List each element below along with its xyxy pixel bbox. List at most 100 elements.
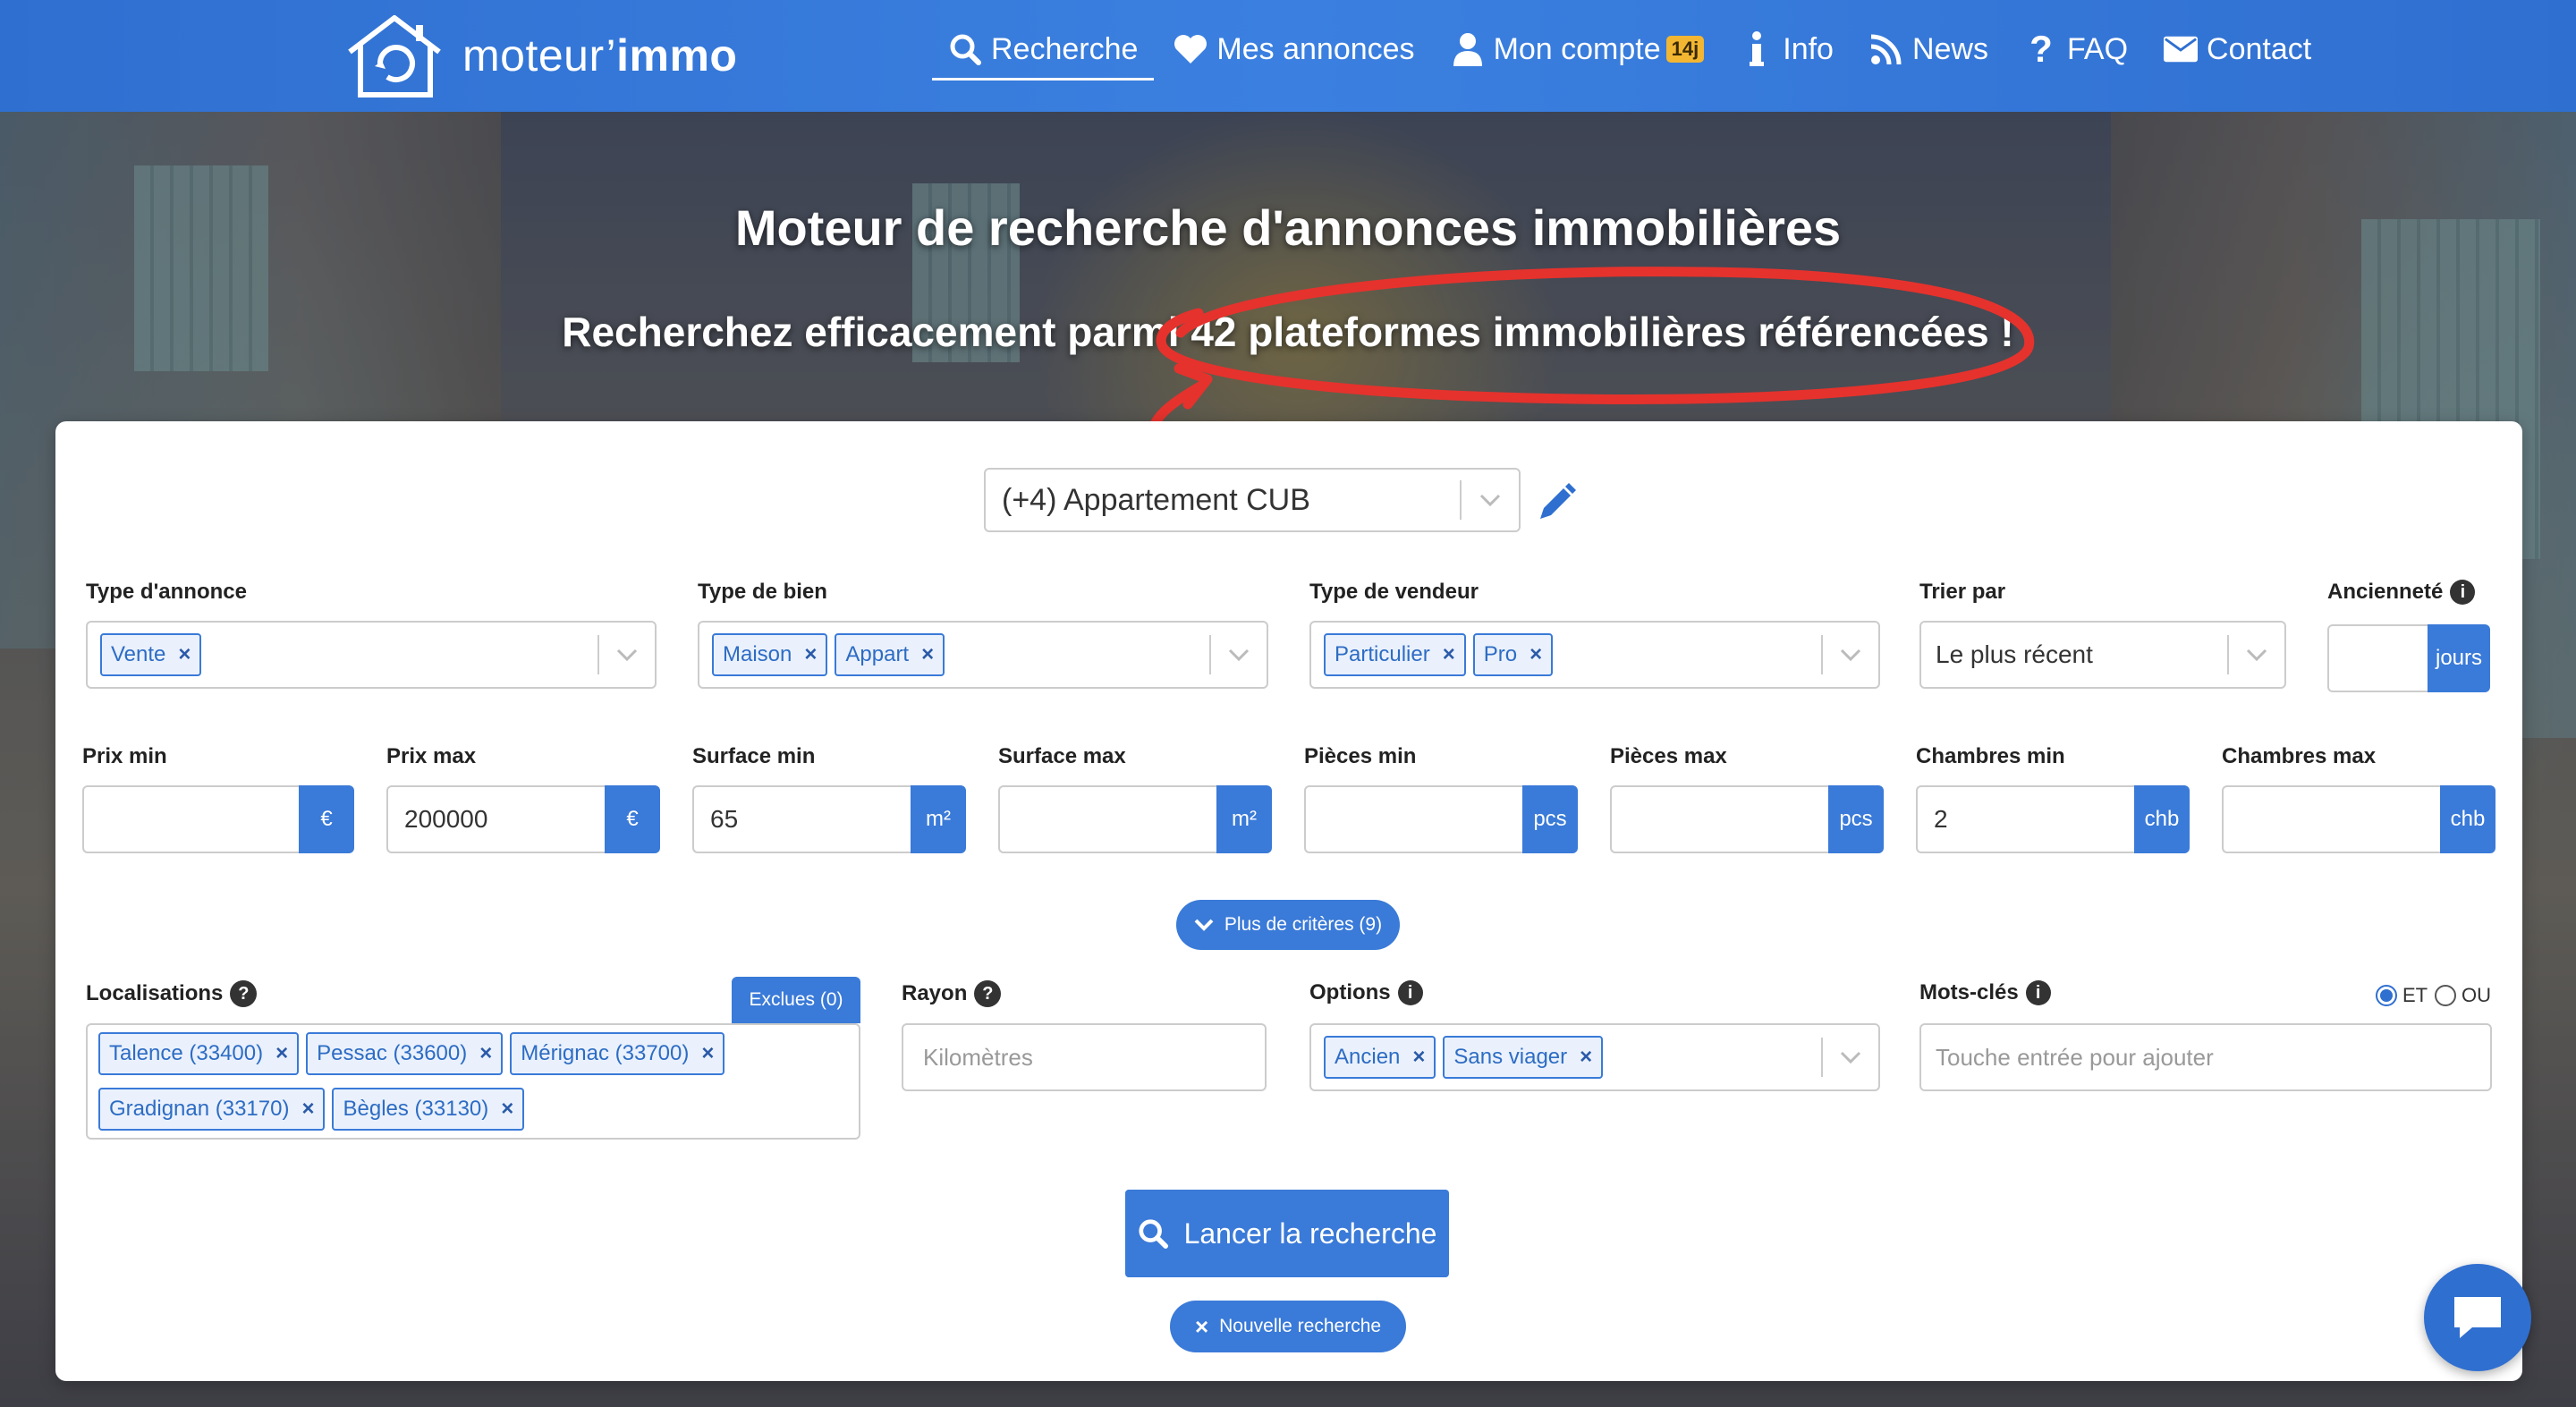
surface-max-field[interactable]: m² [998,785,1272,853]
tag-maison[interactable]: Maison × [712,633,828,676]
remove-tag-icon[interactable]: × [701,1041,714,1066]
remove-tag-icon[interactable]: × [1412,1045,1425,1070]
label-prix-max: Prix max [386,744,477,768]
tag-pro[interactable]: Pro × [1472,633,1554,676]
remove-tag-icon[interactable]: × [804,642,817,667]
anciennete-field[interactable]: jours [2327,624,2490,692]
rayon-input[interactable]: Kilomètres [902,1023,1267,1091]
anciennete-input[interactable] [2327,624,2428,692]
trier-par-value: Le plus récent [1936,640,2093,668]
chambres-min-input[interactable]: 2 [1916,785,2134,853]
radio-dot[interactable] [2376,985,2397,1006]
tag-appart[interactable]: Appart × [835,633,945,676]
brand-logo[interactable]: moteur’immo [344,13,737,98]
remove-tag-icon[interactable]: × [479,1041,492,1066]
remove-tag-icon[interactable]: × [501,1097,513,1122]
tag-ancien[interactable]: Ancien × [1324,1036,1436,1079]
label-rayon: Rayon ? [902,980,1002,1007]
nav-news[interactable]: News [1852,0,2006,98]
tag-location[interactable]: Pessac (33600) × [306,1032,504,1075]
chevron-down-icon[interactable] [1211,648,1267,661]
surface-max-input[interactable] [998,785,1216,853]
label-chambres-min: Chambres min [1916,744,2065,768]
saved-search-select[interactable]: (+4) Appartement CUB [984,468,1521,532]
label-trier-par: Trier par [1919,580,2006,604]
tag-location[interactable]: Mérignac (33700) × [510,1032,725,1075]
chambres-max-input[interactable] [2222,785,2440,853]
tag-vente[interactable]: Vente × [100,633,202,676]
search-icon [1138,1219,1168,1249]
search-icon [948,32,982,66]
excluded-locations-button[interactable]: Exclues (0) [732,977,860,1023]
prix-min-input[interactable] [82,785,299,853]
pieces-max-field[interactable]: pcs [1610,785,1884,853]
euro-unit: € [299,785,354,853]
info-circle-icon[interactable]: i [2450,580,2476,605]
envelope-icon [2164,32,2199,66]
question-circle-icon[interactable]: ? [974,980,1002,1007]
question-circle-icon[interactable]: ? [230,980,258,1007]
rss-icon [1869,32,1903,66]
chambres-max-field[interactable]: chb [2222,785,2496,853]
tag-particulier[interactable]: Particulier × [1324,633,1466,676]
remove-tag-icon[interactable]: × [921,642,934,667]
nav-contact[interactable]: Contact [2146,0,2329,98]
info-circle-icon[interactable]: i [1397,980,1423,1005]
chat-bubble-icon [2454,1297,2501,1338]
remove-tag-icon[interactable]: × [301,1097,314,1122]
launch-search-button[interactable]: Lancer la recherche [1125,1190,1449,1277]
radio-dot[interactable] [2435,985,2456,1006]
mots-cles-input[interactable]: Touche entrée pour ajouter [1919,1023,2492,1091]
remove-tag-icon[interactable]: × [275,1041,288,1066]
nav-recherche[interactable]: Recherche [930,0,1156,98]
type-annonce-select[interactable]: Vente × [86,621,657,689]
tag-location[interactable]: Bègles (33130) × [332,1088,525,1131]
prix-min-field[interactable]: € [82,785,354,853]
remove-tag-icon[interactable]: × [1580,1045,1592,1070]
prix-max-field[interactable]: 200000 € [386,785,660,853]
more-criteria-button[interactable]: Plus de critères (9) [1176,900,1400,950]
chat-button[interactable] [2424,1264,2531,1371]
type-bien-select[interactable]: Maison × Appart × [698,621,1268,689]
tag-sans-viager[interactable]: Sans viager × [1443,1036,1604,1079]
remove-tag-icon[interactable]: × [1530,642,1542,667]
surface-min-field[interactable]: 65 m² [692,785,966,853]
surface-min-input[interactable]: 65 [692,785,911,853]
pieces-max-input[interactable] [1610,785,1828,853]
chevron-down-icon[interactable] [1823,1051,1878,1064]
mode-ou-radio[interactable]: OU [2435,984,2491,1007]
remove-tag-icon[interactable]: × [178,642,191,667]
tag-location[interactable]: Talence (33400) × [98,1032,300,1075]
nav-faq[interactable]: ? FAQ [2006,0,2146,98]
pieces-min-input[interactable] [1304,785,1522,853]
label-type-vendeur: Type de vendeur [1309,580,1479,604]
type-vendeur-select[interactable]: Particulier × Pro × [1309,621,1880,689]
chevron-down-icon[interactable] [1462,494,1519,506]
new-search-button[interactable]: × Nouvelle recherche [1170,1301,1406,1352]
localisations-input[interactable]: Talence (33400) × Pessac (33600) × Mérigna… [86,1023,860,1140]
chevron-down-icon[interactable] [599,648,655,661]
options-select[interactable]: Ancien × Sans viager × [1309,1023,1880,1091]
label-chambres-max: Chambres max [2222,744,2377,768]
mode-et-radio[interactable]: ET [2376,984,2428,1007]
chevron-down-icon[interactable] [2229,648,2284,661]
pieces-min-field[interactable]: pcs [1304,785,1578,853]
label-localisations: Localisations ? [86,980,258,1007]
trier-par-select[interactable]: Le plus récent [1919,621,2286,689]
nav-mon-compte[interactable]: Mon compte 14j [1433,0,1723,98]
chevron-down-icon[interactable] [1823,648,1878,661]
label-pieces-min: Pièces min [1304,744,1417,768]
info-circle-icon[interactable]: i [2025,980,2051,1005]
hero-subtitle: Recherchez efficacement parmi 42 platefo… [562,309,2014,355]
m2-unit: m² [911,785,966,853]
user-icon [1451,32,1485,66]
chambres-min-field[interactable]: 2 chb [1916,785,2190,853]
pencil-edit-icon[interactable] [1537,483,1576,522]
nav-mes-annonces[interactable]: Mes annonces [1156,0,1432,98]
anciennete-unit: jours [2428,624,2490,692]
label-type-annonce: Type d'annonce [86,580,247,604]
tag-location[interactable]: Gradignan (33170) × [98,1088,326,1131]
remove-tag-icon[interactable]: × [1443,642,1455,667]
prix-max-input[interactable]: 200000 [386,785,605,853]
nav-info[interactable]: Info [1722,0,1852,98]
